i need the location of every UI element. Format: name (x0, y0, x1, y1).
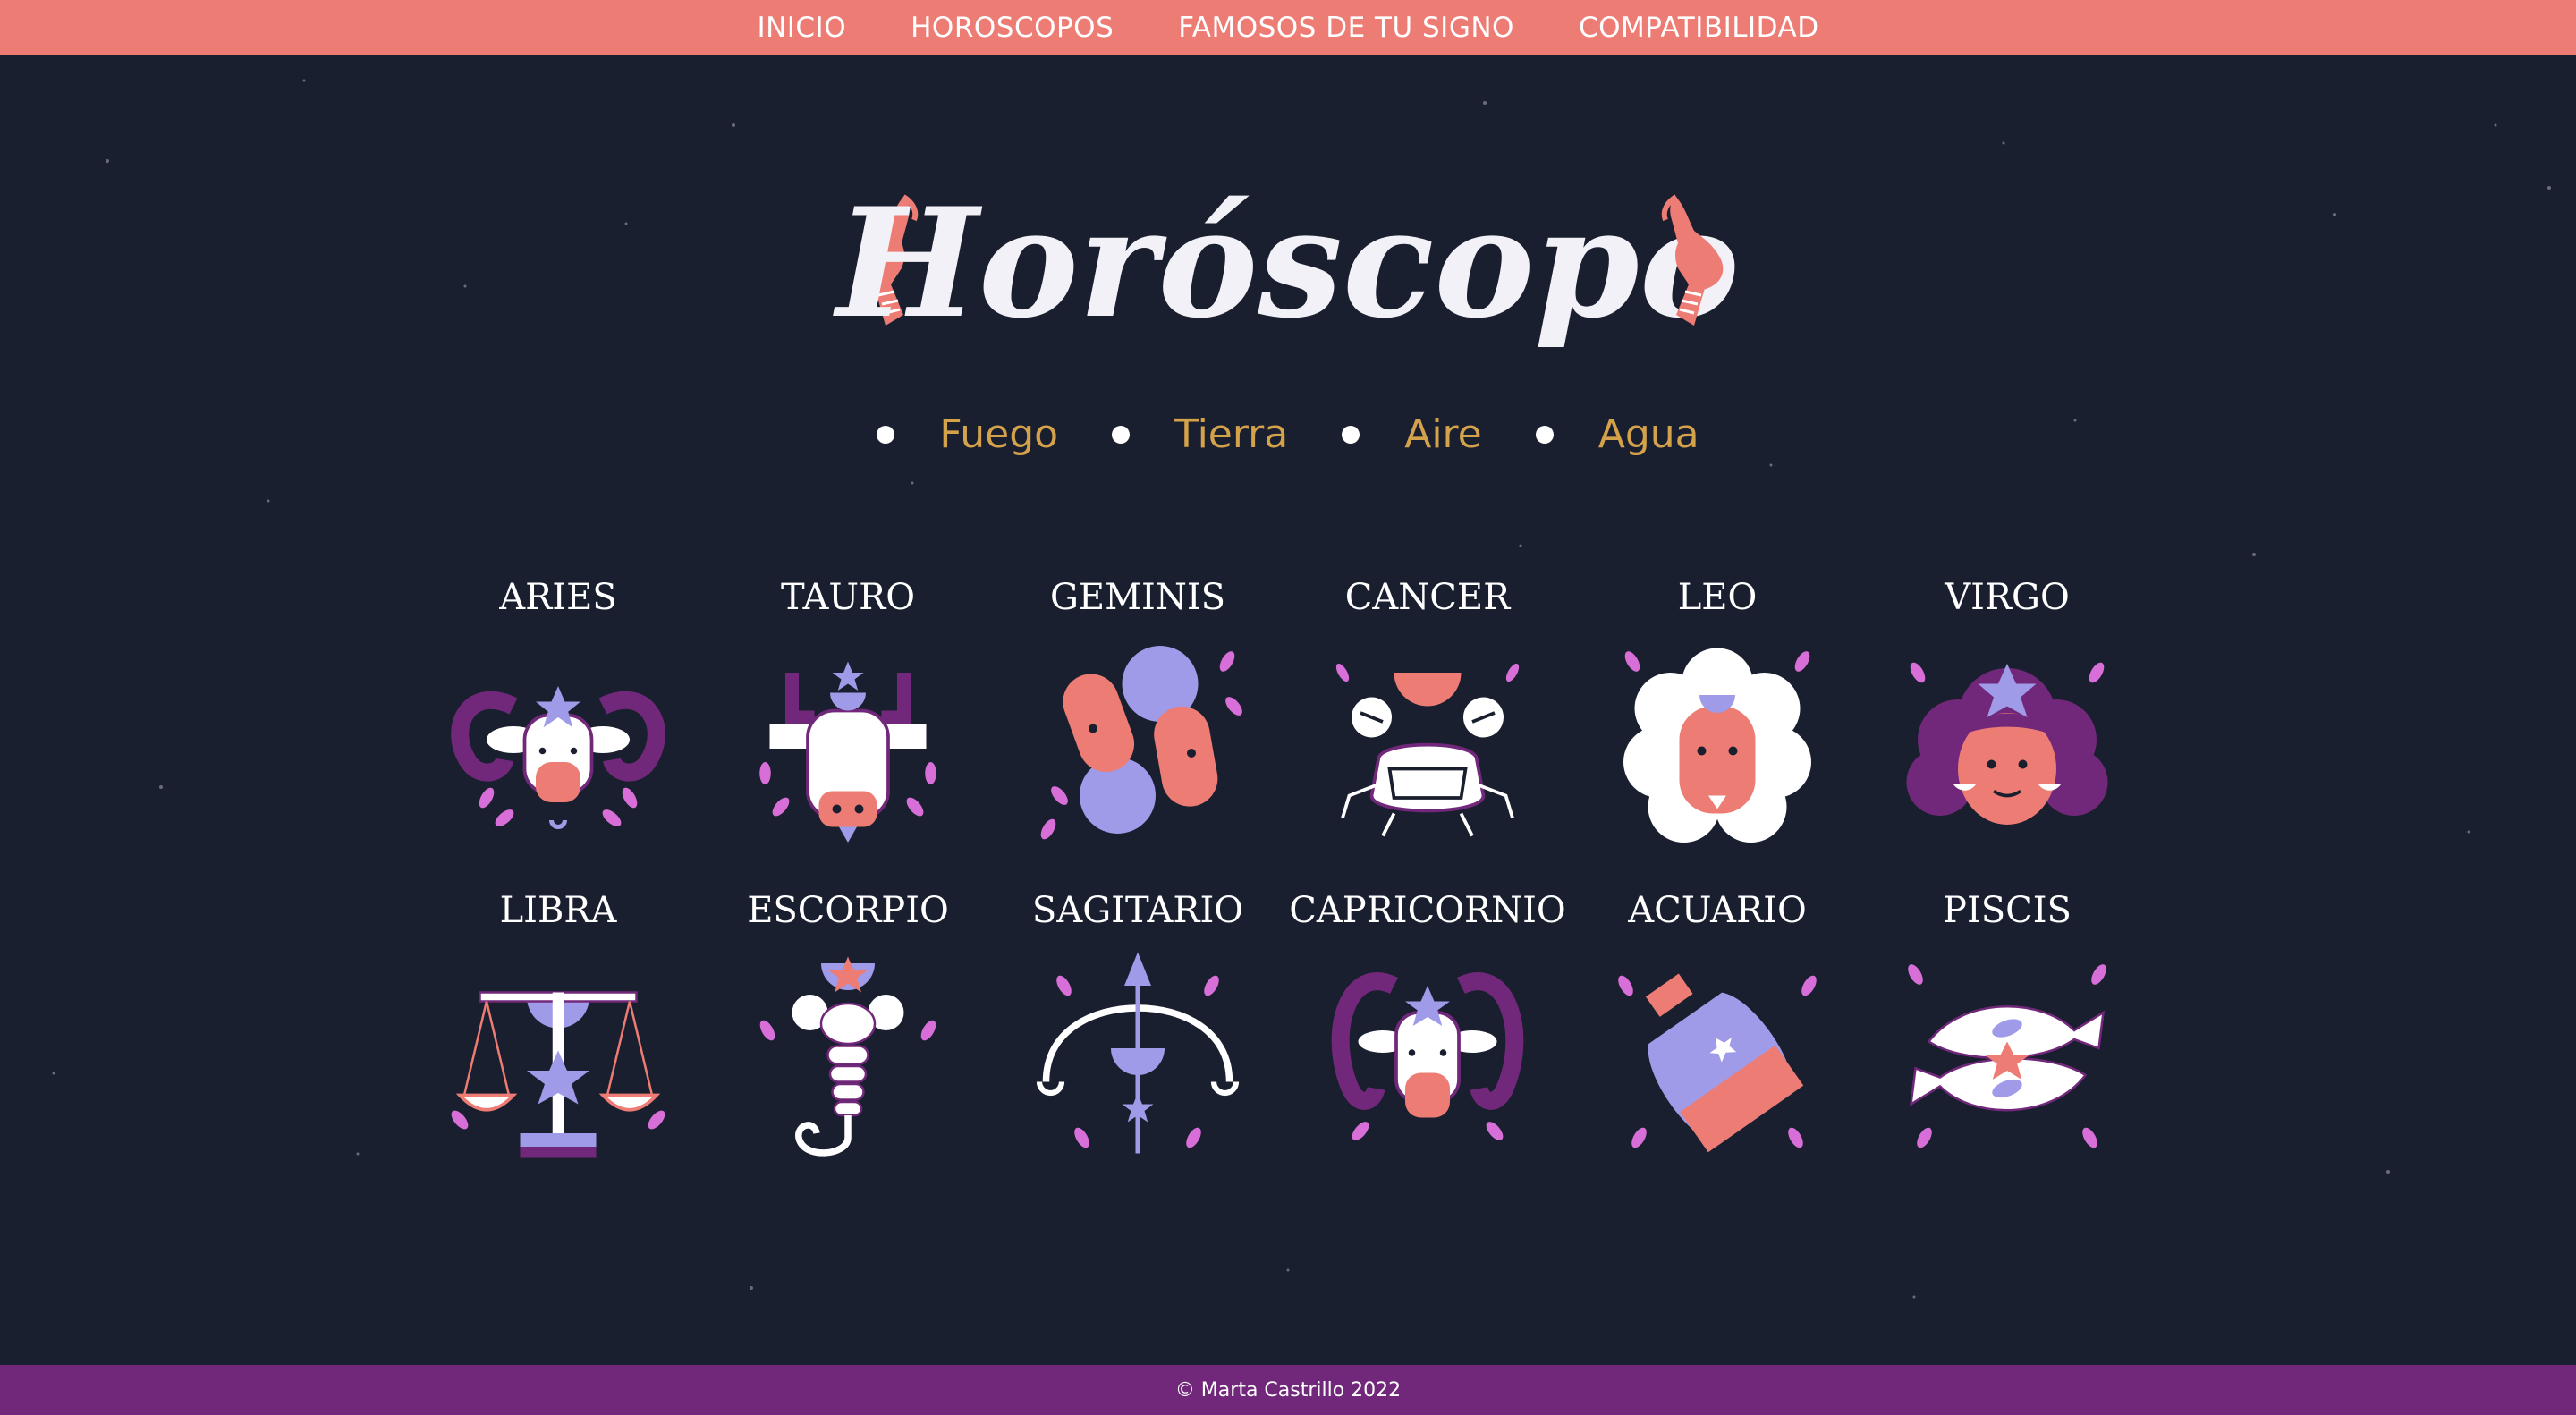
sign-card-tauro[interactable]: TAURO (703, 572, 993, 852)
sign-card-cancer[interactable]: CANCER (1283, 572, 1572, 852)
bullet-dot (1112, 425, 1131, 444)
acuario-icon (1618, 973, 1817, 1153)
libra-icon (451, 991, 665, 1158)
bullet-dot (1535, 425, 1554, 444)
nav-famosos-de-tu-signo[interactable]: FAMOSOS DE TU SIGNO (1178, 12, 1514, 44)
nav-compatibilidad[interactable]: COMPATIBILIDAD (1579, 12, 1819, 44)
sign-card-capricornio[interactable]: CAPRICORNIO (1283, 885, 1572, 1165)
top-navigation: INICIO HOROSCOPOS FAMOSOS DE TU SIGNO CO… (0, 0, 2576, 55)
element-label: Fuego (939, 411, 1059, 457)
element-filter-fuego[interactable]: Fuego (877, 411, 1058, 457)
page-title: Horóscopo (836, 174, 1740, 352)
sign-name: TAURO (781, 577, 915, 618)
sagitario-icon (1036, 952, 1240, 1154)
sign-name: ACUARIO (1628, 890, 1807, 931)
sign-card-virgo[interactable]: VIRGO (1862, 572, 2152, 852)
cancer-icon (1335, 663, 1520, 837)
virgo-icon (1906, 662, 2108, 825)
capricornio-icon (1331, 972, 1524, 1140)
hero-header: Horóscopo (0, 170, 2576, 402)
sign-card-escorpio[interactable]: ESCORPIO (703, 885, 993, 1165)
piscis-icon (1908, 964, 2106, 1148)
sign-name: VIRGO (1945, 577, 2070, 618)
sign-name: PISCIS (1943, 890, 2072, 931)
element-label: Tierra (1174, 411, 1289, 457)
tauro-icon (759, 661, 936, 843)
nav-horoscopos[interactable]: HOROSCOPOS (911, 12, 1114, 44)
sign-name: CANCER (1344, 577, 1511, 618)
sign-name: CAPRICORNIO (1289, 890, 1566, 931)
sign-card-leo[interactable]: LEO (1572, 572, 1862, 852)
element-label: Aire (1404, 411, 1482, 457)
nav-inicio[interactable]: INICIO (757, 12, 846, 44)
escorpio-icon (759, 956, 936, 1157)
sign-name: ESCORPIO (747, 890, 949, 931)
sign-name: LIBRA (499, 890, 617, 931)
sign-card-piscis[interactable]: PISCIS (1862, 885, 2152, 1165)
bullet-dot (1342, 425, 1360, 444)
sign-card-libra[interactable]: LIBRA (413, 885, 703, 1165)
sign-name: ARIES (499, 577, 617, 618)
geminis-icon (1040, 646, 1242, 840)
element-filter-agua[interactable]: Agua (1535, 411, 1699, 457)
bullet-dot (877, 425, 895, 444)
sign-name: SAGITARIO (1031, 890, 1244, 931)
sign-card-geminis[interactable]: GEMINIS (993, 572, 1283, 852)
footer-copyright: © Marta Castrillo 2022 (1174, 1378, 1402, 1402)
footer: © Marta Castrillo 2022 (0, 1365, 2576, 1415)
zodiac-grid: ARIES TAURO GEMINIS CANCER LEO VIRGO LIB… (413, 572, 2152, 1165)
aries-icon (451, 686, 665, 829)
element-filter-tierra[interactable]: Tierra (1112, 411, 1288, 457)
leo-icon (1623, 648, 1811, 843)
sign-card-aries[interactable]: ARIES (413, 572, 703, 852)
element-filters: Fuego Tierra Aire Agua (0, 411, 2576, 457)
hand-icon (1661, 194, 1724, 326)
sign-name: GEMINIS (1049, 577, 1226, 618)
sign-card-sagitario[interactable]: SAGITARIO (993, 885, 1283, 1165)
sign-name: LEO (1677, 577, 1758, 618)
sign-card-acuario[interactable]: ACUARIO (1572, 885, 1862, 1165)
element-label: Agua (1597, 411, 1699, 457)
element-filter-aire[interactable]: Aire (1342, 411, 1482, 457)
